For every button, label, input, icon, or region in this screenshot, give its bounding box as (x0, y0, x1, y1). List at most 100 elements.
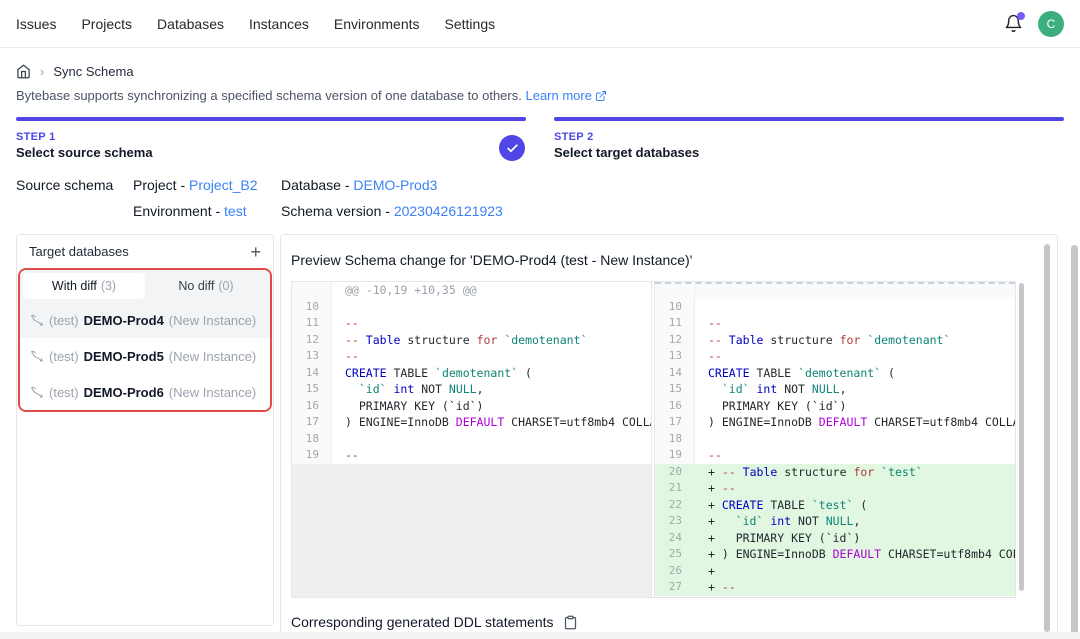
no-diff-count: (0) (218, 279, 233, 293)
avatar[interactable]: C (1038, 11, 1064, 37)
diff-added-row: 20+ -- Table structure for `test` (655, 464, 1015, 481)
source-version: Schema version - 20230426121923 (281, 203, 503, 219)
line-number: 18 (655, 431, 695, 448)
nav-item-settings[interactable]: Settings (445, 0, 496, 48)
diff-row: 13-- (292, 348, 651, 365)
line-number: 25 (655, 546, 695, 563)
line-number: 11 (292, 315, 332, 332)
db-name: DEMO-Prod5 (84, 349, 164, 364)
line-number: 16 (292, 398, 332, 415)
line-number: 13 (292, 348, 332, 365)
line-number: 19 (655, 447, 695, 464)
code-line: ) ENGINE=InnoDB DEFAULT CHARSET=utf8mb4 … (332, 414, 651, 431)
tab-no-diff[interactable]: No diff (0) (145, 273, 267, 299)
line-number: 16 (655, 398, 695, 415)
diff-row: 12-- Table structure for `demotenant` (292, 332, 651, 349)
line-number: 10 (655, 299, 695, 316)
diff-added-row: 21+ -- (655, 480, 1015, 497)
diff-row: 11-- (655, 315, 1015, 332)
notifications-button[interactable] (1002, 13, 1024, 35)
code-line: -- (332, 348, 651, 365)
line-number: 20 (655, 464, 695, 481)
add-target-database-button[interactable]: + (250, 243, 261, 261)
diff-added-row: 26+ (655, 563, 1015, 580)
page-description: Bytebase supports synchronizing a specif… (16, 88, 1064, 103)
main-content: Target databases + With diff (3) No diff… (16, 234, 1058, 639)
nav-item-instances[interactable]: Instances (249, 0, 309, 48)
hunk-header: @@ -10,19 +10,35 @@ (292, 282, 651, 299)
top-navigation-bar: Issues Projects Databases Instances Environm… (0, 0, 1080, 48)
diff-added-row: 23+ `id` int NOT NULL, (655, 513, 1015, 530)
mysql-icon (30, 349, 44, 363)
diff-row: 17) ENGINE=InnoDB DEFAULT CHARSET=utf8mb… (292, 414, 651, 431)
code-line: `id` int NOT NULL, (695, 381, 1015, 398)
wizard-steps: STEP 1 Select source schema STEP 2 Selec… (16, 117, 1064, 160)
nav-item-databases[interactable]: Databases (157, 0, 224, 48)
schema-version-link[interactable]: 20230426121923 (394, 203, 503, 219)
editor-scrollbar[interactable] (1019, 283, 1024, 591)
preview-panel-scrollbar[interactable] (1044, 244, 1050, 632)
code-line: + -- (695, 579, 1015, 596)
db-environment: (test) (49, 313, 79, 328)
line-number (292, 282, 332, 299)
diff-row: 18 (292, 431, 651, 448)
diff-row: 19-- (292, 447, 651, 464)
environment-link[interactable]: test (224, 203, 247, 219)
learn-more-link[interactable]: Learn more (525, 88, 606, 103)
step-2[interactable]: STEP 2 Select target databases (554, 117, 1064, 160)
line-number: 12 (292, 332, 332, 349)
line-number: 27 (655, 579, 695, 596)
code-line: + -- (695, 480, 1015, 497)
diff-row: 13-- (655, 348, 1015, 365)
chevron-right-icon: › (40, 64, 44, 79)
target-db-item[interactable]: (test)DEMO-Prod5(New Instance) (20, 338, 270, 374)
line-number (292, 464, 332, 598)
copy-ddl-button[interactable] (563, 615, 578, 630)
home-icon[interactable] (16, 64, 31, 79)
code-line: -- (332, 315, 651, 332)
target-panel-title: Target databases (29, 244, 129, 259)
db-environment: (test) (49, 385, 79, 400)
tab-with-diff[interactable]: With diff (3) (23, 273, 145, 299)
line-number: 11 (655, 315, 695, 332)
sync-schema-page: { "nav": { "items": ["Issues", "Projects… (0, 0, 1080, 639)
code-line: + ) ENGINE=InnoDB DEFAULT CHARSET=utf8mb… (695, 546, 1015, 563)
code-line: + (695, 563, 1015, 580)
code-line: CREATE TABLE `demotenant` ( (695, 365, 1015, 382)
diff-row: 17) ENGINE=InnoDB DEFAULT CHARSET=utf8mb… (655, 414, 1015, 431)
diff-row: 14CREATE TABLE `demotenant` ( (292, 365, 651, 382)
db-instance-suffix: (New Instance) (169, 349, 256, 364)
code-line (332, 431, 651, 448)
line-number: 22 (655, 497, 695, 514)
topbar-actions: C (1002, 11, 1064, 37)
diff-added-row: 24+ PRIMARY KEY (`id`) (655, 530, 1015, 547)
schema-diff-editor[interactable]: @@ -10,19 +10,35 @@1011--12-- Table stru… (291, 281, 1016, 598)
ddl-section-header: Corresponding generated DDL statements (291, 614, 1047, 630)
description-text: Bytebase supports synchronizing a specif… (16, 88, 522, 103)
line-number: 23 (655, 513, 695, 530)
project-link[interactable]: Project_B2 (189, 177, 257, 193)
line-number: 13 (655, 348, 695, 365)
preview-panel: Preview Schema change for 'DEMO-Prod4 (t… (280, 234, 1058, 639)
page-scrollbar-vertical[interactable] (1071, 245, 1078, 637)
breadcrumb: › Sync Schema (16, 64, 1064, 79)
code-line: ) ENGINE=InnoDB DEFAULT CHARSET=utf8mb4 … (695, 414, 1015, 431)
target-db-item[interactable]: (test)DEMO-Prod4(New Instance) (20, 302, 270, 338)
external-link-icon (595, 90, 607, 102)
diff-row: 18 (655, 431, 1015, 448)
nav-item-environments[interactable]: Environments (334, 0, 420, 48)
source-environment: Environment - test (133, 203, 281, 219)
page-scrollbar-horizontal[interactable] (0, 632, 1080, 639)
nav-item-projects[interactable]: Projects (81, 0, 132, 48)
step-1[interactable]: STEP 1 Select source schema (16, 117, 526, 160)
diff-row: 10 (292, 299, 651, 316)
diff-row: 15 `id` int NOT NULL, (655, 381, 1015, 398)
code-line: -- (332, 447, 651, 464)
target-db-item[interactable]: (test)DEMO-Prod6(New Instance) (20, 374, 270, 410)
code-line: PRIMARY KEY (`id`) (695, 398, 1015, 415)
diff-added-row: 27+ -- (655, 579, 1015, 596)
step-1-label: STEP 1 (16, 131, 526, 143)
nav-item-issues[interactable]: Issues (16, 0, 56, 48)
line-number: 15 (655, 381, 695, 398)
database-link[interactable]: DEMO-Prod3 (353, 177, 437, 193)
